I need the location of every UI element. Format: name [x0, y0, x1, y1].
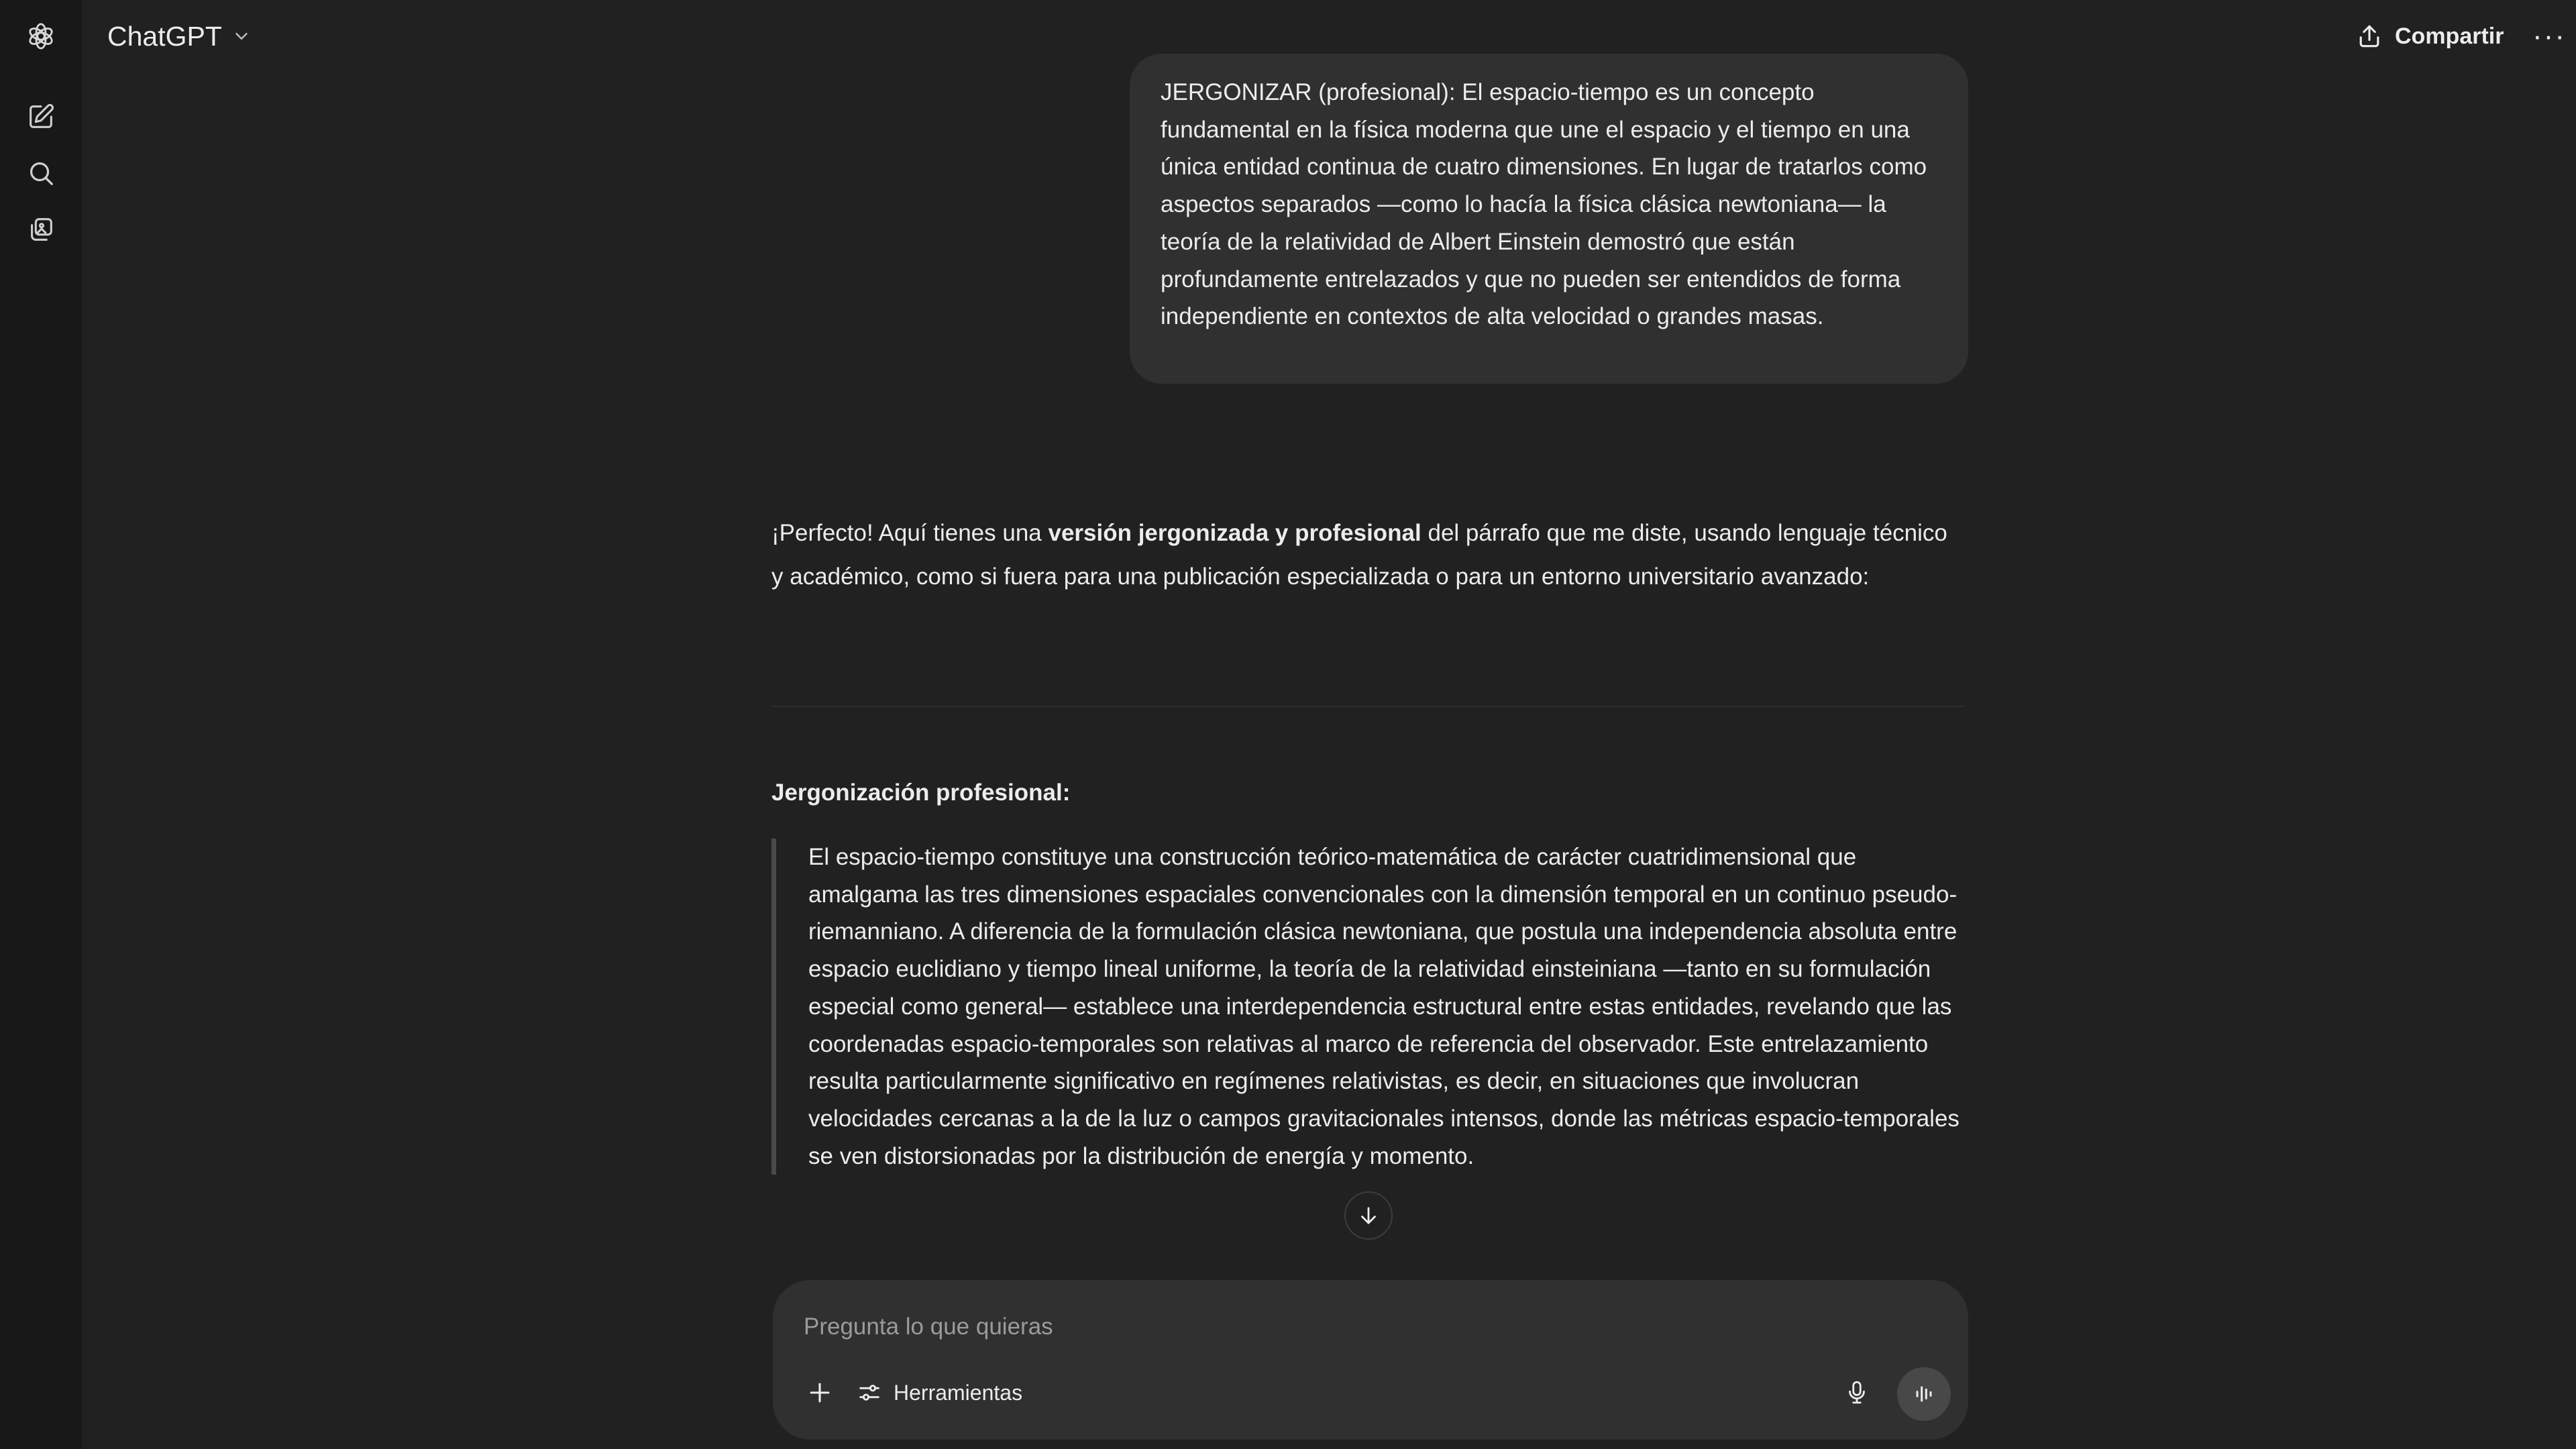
chevron-down-icon	[235, 33, 248, 40]
more-options-button[interactable]: ···	[2529, 17, 2569, 55]
assistant-intro-before: ¡Perfecto! Aquí tienes una	[771, 520, 1049, 546]
openai-logo-button[interactable]	[21, 16, 61, 56]
share-label: Compartir	[2395, 23, 2504, 49]
attach-button[interactable]	[800, 1373, 840, 1413]
library-icon	[31, 218, 52, 241]
library-button[interactable]	[21, 209, 61, 250]
tools-button[interactable]: Herramientas	[856, 1373, 1022, 1413]
blockquote-text: El espacio-tiempo constituye una constru…	[808, 844, 1960, 1169]
assistant-intro: ¡Perfecto! Aquí tienes una versión jergo…	[771, 511, 1966, 598]
new-chat-icon	[30, 104, 54, 128]
dictate-button[interactable]	[1837, 1373, 1877, 1413]
composer: Herramientas	[773, 1280, 1968, 1440]
openai-logo-icon	[29, 23, 53, 50]
assistant-intro-bold: versión jergonizada y profesional	[1048, 520, 1421, 546]
new-chat-button[interactable]	[21, 97, 61, 137]
model-selector[interactable]: ChatGPT	[107, 17, 252, 55]
voice-mode-button[interactable]	[1897, 1367, 1951, 1421]
section-heading: Jergonización profesional:	[771, 780, 1071, 806]
microphone-icon	[1849, 1381, 1865, 1404]
blockquote: El espacio-tiempo constituye una constru…	[771, 839, 1972, 1175]
sliders-icon	[859, 1385, 879, 1401]
prompt-input[interactable]	[804, 1307, 1877, 1347]
user-message-text: JERGONIZAR (profesional): El espacio-tie…	[1161, 79, 1927, 330]
tools-label: Herramientas	[894, 1380, 1023, 1405]
scroll-to-bottom-button[interactable]	[1344, 1191, 1393, 1240]
arrow-down-icon	[1361, 1207, 1376, 1224]
section-divider	[771, 706, 1966, 707]
assistant-message: ¡Perfecto! Aquí tienes una versión jergo…	[771, 511, 1966, 598]
share-icon	[2359, 25, 2379, 48]
search-button[interactable]	[21, 153, 61, 193]
search-icon	[30, 162, 53, 185]
sidebar	[0, 0, 82, 1449]
app-title: ChatGPT	[107, 20, 222, 52]
share-button[interactable]: Compartir	[2355, 16, 2504, 56]
user-message-bubble: JERGONIZAR (profesional): El espacio-tie…	[1130, 54, 1968, 384]
more-icon: ···	[2532, 19, 2566, 52]
voice-waveform-icon	[1916, 1386, 1932, 1402]
plus-icon	[810, 1383, 830, 1403]
